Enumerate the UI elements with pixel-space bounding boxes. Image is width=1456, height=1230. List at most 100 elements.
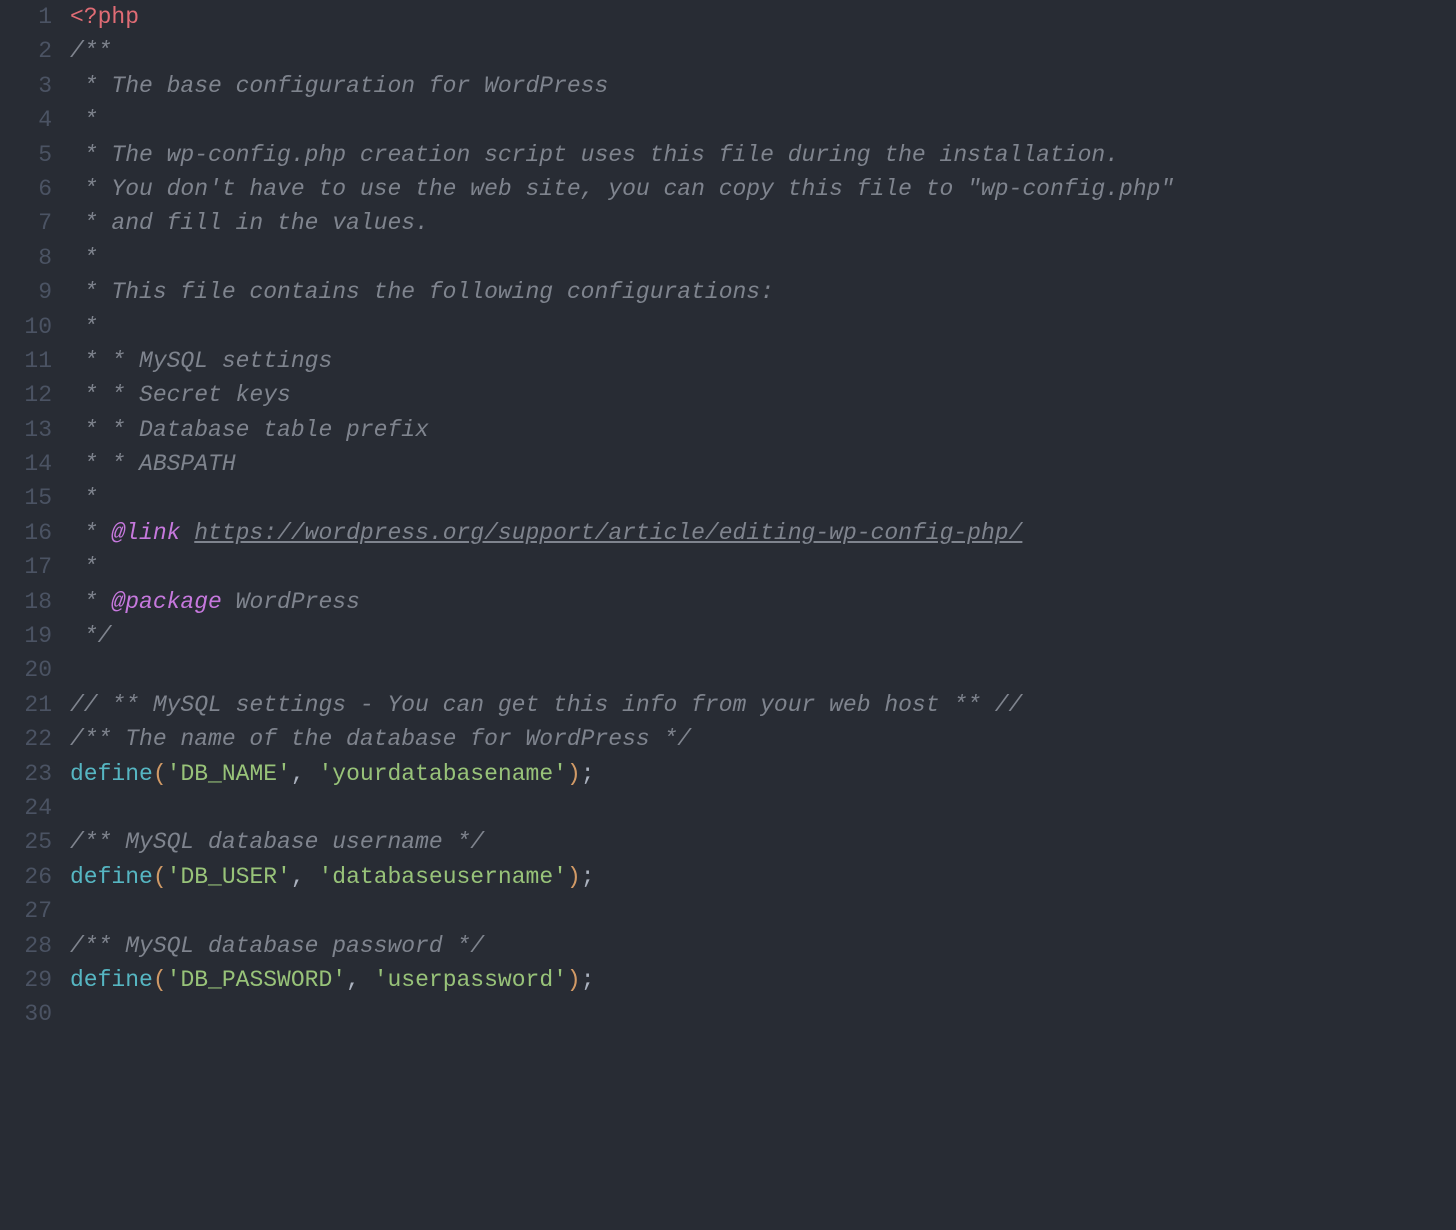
code-line[interactable] bbox=[70, 997, 1456, 1031]
line-number: 23 bbox=[0, 757, 52, 791]
token-paren: ( bbox=[153, 864, 167, 890]
code-line[interactable]: * @link https://wordpress.org/support/ar… bbox=[70, 516, 1456, 550]
token-comment bbox=[180, 520, 194, 546]
line-number: 25 bbox=[0, 825, 52, 859]
token-comment: /** MySQL database username */ bbox=[70, 829, 484, 855]
line-number: 8 bbox=[0, 241, 52, 275]
code-line[interactable] bbox=[70, 653, 1456, 687]
line-number: 7 bbox=[0, 206, 52, 240]
code-line[interactable]: * bbox=[70, 550, 1456, 584]
token-keyword: define bbox=[70, 967, 153, 993]
token-comment: * * ABSPATH bbox=[70, 451, 236, 477]
code-line[interactable]: * bbox=[70, 481, 1456, 515]
token-string: 'DB_NAME' bbox=[167, 761, 291, 787]
token-comment: * The wp-config.php creation script uses… bbox=[70, 142, 1119, 168]
token-comment: * bbox=[70, 314, 98, 340]
code-line[interactable]: * The base configuration for WordPress bbox=[70, 69, 1456, 103]
line-number: 30 bbox=[0, 997, 52, 1031]
code-line[interactable]: /** MySQL database username */ bbox=[70, 825, 1456, 859]
line-number: 9 bbox=[0, 275, 52, 309]
token-doctag: @package bbox=[111, 589, 221, 615]
token-comment: /** MySQL database password */ bbox=[70, 933, 484, 959]
token-comment: * bbox=[70, 245, 98, 271]
line-number: 12 bbox=[0, 378, 52, 412]
code-line[interactable]: /** bbox=[70, 34, 1456, 68]
line-number: 17 bbox=[0, 550, 52, 584]
code-line[interactable]: * @package WordPress bbox=[70, 585, 1456, 619]
token-string: 'yourdatabasename' bbox=[318, 761, 566, 787]
token-string: 'DB_PASSWORD' bbox=[167, 967, 346, 993]
token-comment: * bbox=[70, 107, 98, 133]
code-line[interactable]: // ** MySQL settings - You can get this … bbox=[70, 688, 1456, 722]
code-line[interactable]: define('DB_PASSWORD', 'userpassword'); bbox=[70, 963, 1456, 997]
token-comment: * bbox=[70, 589, 111, 615]
code-line[interactable]: * bbox=[70, 310, 1456, 344]
token-comment: * * MySQL settings bbox=[70, 348, 332, 374]
code-line[interactable]: /** MySQL database password */ bbox=[70, 929, 1456, 963]
token-link: https://wordpress.org/support/article/ed… bbox=[194, 520, 1022, 546]
token-comment: * The base configuration for WordPress bbox=[70, 73, 608, 99]
line-number: 3 bbox=[0, 69, 52, 103]
token-punct: , bbox=[291, 864, 319, 890]
code-editor[interactable]: 1234567891011121314151617181920212223242… bbox=[0, 0, 1456, 1230]
token-punct: , bbox=[291, 761, 319, 787]
code-line[interactable]: * * MySQL settings bbox=[70, 344, 1456, 378]
line-number: 21 bbox=[0, 688, 52, 722]
line-number: 6 bbox=[0, 172, 52, 206]
token-comment: // ** MySQL settings - You can get this … bbox=[70, 692, 1022, 718]
line-number: 24 bbox=[0, 791, 52, 825]
code-line[interactable]: * You don't have to use the web site, yo… bbox=[70, 172, 1456, 206]
code-line[interactable] bbox=[70, 894, 1456, 928]
code-line[interactable]: * bbox=[70, 103, 1456, 137]
line-number: 18 bbox=[0, 585, 52, 619]
line-number: 5 bbox=[0, 138, 52, 172]
line-number: 29 bbox=[0, 963, 52, 997]
code-line[interactable]: */ bbox=[70, 619, 1456, 653]
token-paren: ) bbox=[567, 864, 581, 890]
line-number: 28 bbox=[0, 929, 52, 963]
token-doctag: @link bbox=[111, 520, 180, 546]
token-comment: WordPress bbox=[222, 589, 360, 615]
token-keyword: define bbox=[70, 864, 153, 890]
token-comment: /** bbox=[70, 38, 111, 64]
code-line[interactable]: * * Secret keys bbox=[70, 378, 1456, 412]
code-line[interactable]: <?php bbox=[70, 0, 1456, 34]
token-paren: ) bbox=[567, 761, 581, 787]
token-comment: * bbox=[70, 520, 111, 546]
token-paren: ( bbox=[153, 967, 167, 993]
code-line[interactable]: * * Database table prefix bbox=[70, 413, 1456, 447]
line-number: 15 bbox=[0, 481, 52, 515]
token-punct: ; bbox=[581, 967, 595, 993]
token-paren: ( bbox=[153, 761, 167, 787]
line-number: 19 bbox=[0, 619, 52, 653]
code-line[interactable]: define('DB_NAME', 'yourdatabasename'); bbox=[70, 757, 1456, 791]
line-number: 26 bbox=[0, 860, 52, 894]
token-punct: ; bbox=[581, 864, 595, 890]
code-line[interactable]: * and fill in the values. bbox=[70, 206, 1456, 240]
line-number: 10 bbox=[0, 310, 52, 344]
code-line[interactable]: /** The name of the database for WordPre… bbox=[70, 722, 1456, 756]
token-comment: /** The name of the database for WordPre… bbox=[70, 726, 691, 752]
line-number: 27 bbox=[0, 894, 52, 928]
code-line[interactable]: * * ABSPATH bbox=[70, 447, 1456, 481]
line-number: 2 bbox=[0, 34, 52, 68]
token-paren: ) bbox=[567, 967, 581, 993]
token-string: 'databaseusername' bbox=[318, 864, 566, 890]
code-line[interactable]: * The wp-config.php creation script uses… bbox=[70, 138, 1456, 172]
token-string: 'DB_USER' bbox=[167, 864, 291, 890]
token-keyword: define bbox=[70, 761, 153, 787]
token-comment: * This file contains the following confi… bbox=[70, 279, 774, 305]
token-comment: * bbox=[70, 554, 98, 580]
line-number: 1 bbox=[0, 0, 52, 34]
code-line[interactable] bbox=[70, 791, 1456, 825]
code-content-area[interactable]: <?php /** * The base configuration for Wo… bbox=[70, 0, 1456, 1230]
code-line[interactable]: * This file contains the following confi… bbox=[70, 275, 1456, 309]
token-comment: * * Secret keys bbox=[70, 382, 291, 408]
code-line[interactable]: define('DB_USER', 'databaseusername'); bbox=[70, 860, 1456, 894]
line-number: 20 bbox=[0, 653, 52, 687]
line-number: 16 bbox=[0, 516, 52, 550]
code-line[interactable]: * bbox=[70, 241, 1456, 275]
token-comment: */ bbox=[70, 623, 111, 649]
line-number: 4 bbox=[0, 103, 52, 137]
token-punct: , bbox=[346, 967, 374, 993]
